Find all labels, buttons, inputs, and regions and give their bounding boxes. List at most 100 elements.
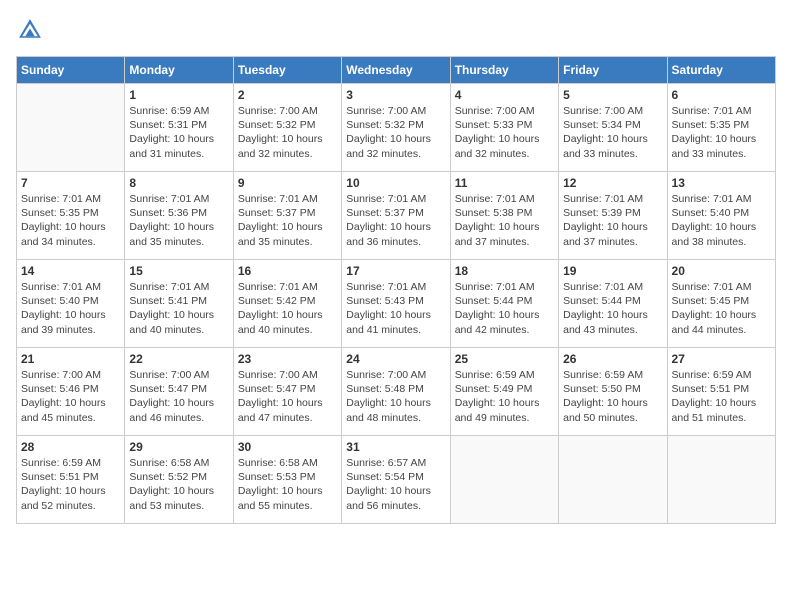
day-number: 17 — [346, 264, 445, 278]
calendar-week-row: 14 Sunrise: 7:01 AM Sunset: 5:40 PM Dayli… — [17, 260, 776, 348]
calendar-cell: 30Sunrise: 6:58 AM Sunset: 5:53 PM Dayli… — [233, 436, 341, 524]
calendar-cell: 18 Sunrise: 7:01 AM Sunset: 5:44 PM Dayli… — [450, 260, 558, 348]
calendar-cell — [559, 436, 667, 524]
day-number: 9 — [238, 176, 337, 190]
calendar-cell: 22 Sunrise: 7:00 AM Sunset: 5:47 PM Dayli… — [125, 348, 233, 436]
day-info: Sunrise: 7:01 AM Sunset: 5:45 PM Dayligh… — [672, 280, 771, 337]
day-info: Sunrise: 7:00 AM Sunset: 5:32 PM Dayligh… — [346, 104, 445, 161]
calendar-cell — [667, 436, 775, 524]
day-info: Sunrise: 7:00 AM Sunset: 5:32 PM Dayligh… — [238, 104, 337, 161]
day-info: Sunrise: 7:01 AM Sunset: 5:44 PM Dayligh… — [455, 280, 554, 337]
day-info: Sunrise: 7:00 AM Sunset: 5:48 PM Dayligh… — [346, 368, 445, 425]
calendar-cell: 27Sunrise: 6:59 AM Sunset: 5:51 PM Dayli… — [667, 348, 775, 436]
day-number: 12 — [563, 176, 662, 190]
day-number: 29 — [129, 440, 228, 454]
calendar-cell: 12Sunrise: 7:01 AM Sunset: 5:39 PM Dayli… — [559, 172, 667, 260]
calendar-cell: 9 Sunrise: 7:01 AM Sunset: 5:37 PM Daylig… — [233, 172, 341, 260]
day-header-monday: Monday — [125, 57, 233, 84]
day-number: 11 — [455, 176, 554, 190]
day-info: Sunrise: 7:01 AM Sunset: 5:42 PM Dayligh… — [238, 280, 337, 337]
calendar-cell: 7 Sunrise: 7:01 AM Sunset: 5:35 PM Daylig… — [17, 172, 125, 260]
day-number: 18 — [455, 264, 554, 278]
day-header-thursday: Thursday — [450, 57, 558, 84]
calendar-cell: 19 Sunrise: 7:01 AM Sunset: 5:44 PM Dayli… — [559, 260, 667, 348]
calendar-cell: 15 Sunrise: 7:01 AM Sunset: 5:41 PM Dayli… — [125, 260, 233, 348]
day-info: Sunrise: 6:59 AM Sunset: 5:31 PM Dayligh… — [129, 104, 228, 161]
day-info: Sunrise: 7:00 AM Sunset: 5:34 PM Dayligh… — [563, 104, 662, 161]
calendar-header-row: SundayMondayTuesdayWednesdayThursdayFrid… — [17, 57, 776, 84]
day-info: Sunrise: 6:59 AM Sunset: 5:50 PM Dayligh… — [563, 368, 662, 425]
day-info: Sunrise: 7:01 AM Sunset: 5:40 PM Dayligh… — [21, 280, 120, 337]
day-info: Sunrise: 7:01 AM Sunset: 5:38 PM Dayligh… — [455, 192, 554, 249]
calendar-cell: 26Sunrise: 6:59 AM Sunset: 5:50 PM Dayli… — [559, 348, 667, 436]
calendar-cell: 4 Sunrise: 7:00 AM Sunset: 5:33 PM Daylig… — [450, 84, 558, 172]
day-number: 4 — [455, 88, 554, 102]
logo-icon — [16, 16, 44, 44]
day-info: Sunrise: 7:01 AM Sunset: 5:35 PM Dayligh… — [21, 192, 120, 249]
day-number: 28 — [21, 440, 120, 454]
day-number: 19 — [563, 264, 662, 278]
day-info: Sunrise: 6:59 AM Sunset: 5:51 PM Dayligh… — [672, 368, 771, 425]
calendar-cell: 10 Sunrise: 7:01 AM Sunset: 5:37 PM Dayli… — [342, 172, 450, 260]
day-number: 7 — [21, 176, 120, 190]
day-number: 3 — [346, 88, 445, 102]
day-info: Sunrise: 7:01 AM Sunset: 5:37 PM Dayligh… — [238, 192, 337, 249]
day-number: 2 — [238, 88, 337, 102]
day-info: Sunrise: 6:57 AM Sunset: 5:54 PM Dayligh… — [346, 456, 445, 513]
calendar-cell: 17 Sunrise: 7:01 AM Sunset: 5:43 PM Dayli… — [342, 260, 450, 348]
day-number: 13 — [672, 176, 771, 190]
day-info: Sunrise: 6:59 AM Sunset: 5:51 PM Dayligh… — [21, 456, 120, 513]
day-info: Sunrise: 7:01 AM Sunset: 5:37 PM Dayligh… — [346, 192, 445, 249]
calendar-cell: 5Sunrise: 7:00 AM Sunset: 5:34 PM Daylig… — [559, 84, 667, 172]
day-info: Sunrise: 7:00 AM Sunset: 5:47 PM Dayligh… — [129, 368, 228, 425]
calendar-cell: 1Sunrise: 6:59 AM Sunset: 5:31 PM Daylig… — [125, 84, 233, 172]
calendar-cell: 29 Sunrise: 6:58 AM Sunset: 5:52 PM Dayli… — [125, 436, 233, 524]
day-info: Sunrise: 7:01 AM Sunset: 5:36 PM Dayligh… — [129, 192, 228, 249]
day-header-sunday: Sunday — [17, 57, 125, 84]
day-info: Sunrise: 6:59 AM Sunset: 5:49 PM Dayligh… — [455, 368, 554, 425]
day-info: Sunrise: 7:01 AM Sunset: 5:43 PM Dayligh… — [346, 280, 445, 337]
calendar-cell: 31 Sunrise: 6:57 AM Sunset: 5:54 PM Dayli… — [342, 436, 450, 524]
calendar-cell: 16 Sunrise: 7:01 AM Sunset: 5:42 PM Dayli… — [233, 260, 341, 348]
day-number: 22 — [129, 352, 228, 366]
calendar-cell: 20 Sunrise: 7:01 AM Sunset: 5:45 PM Dayli… — [667, 260, 775, 348]
day-header-friday: Friday — [559, 57, 667, 84]
day-info: Sunrise: 7:01 AM Sunset: 5:44 PM Dayligh… — [563, 280, 662, 337]
page-header — [16, 16, 776, 44]
calendar-cell — [450, 436, 558, 524]
day-number: 8 — [129, 176, 228, 190]
day-info: Sunrise: 7:01 AM Sunset: 5:41 PM Dayligh… — [129, 280, 228, 337]
day-info: Sunrise: 7:00 AM Sunset: 5:46 PM Dayligh… — [21, 368, 120, 425]
day-info: Sunrise: 7:00 AM Sunset: 5:47 PM Dayligh… — [238, 368, 337, 425]
day-header-tuesday: Tuesday — [233, 57, 341, 84]
calendar-cell: 8 Sunrise: 7:01 AM Sunset: 5:36 PM Daylig… — [125, 172, 233, 260]
day-info: Sunrise: 7:01 AM Sunset: 5:40 PM Dayligh… — [672, 192, 771, 249]
day-info: Sunrise: 7:00 AM Sunset: 5:33 PM Dayligh… — [455, 104, 554, 161]
day-number: 30 — [238, 440, 337, 454]
day-number: 20 — [672, 264, 771, 278]
day-number: 14 — [21, 264, 120, 278]
day-number: 10 — [346, 176, 445, 190]
calendar-cell — [17, 84, 125, 172]
day-number: 25 — [455, 352, 554, 366]
calendar-cell: 3 Sunrise: 7:00 AM Sunset: 5:32 PM Daylig… — [342, 84, 450, 172]
calendar-week-row: 28 Sunrise: 6:59 AM Sunset: 5:51 PM Dayli… — [17, 436, 776, 524]
day-header-saturday: Saturday — [667, 57, 775, 84]
calendar-week-row: 21Sunrise: 7:00 AM Sunset: 5:46 PM Dayli… — [17, 348, 776, 436]
calendar-table: SundayMondayTuesdayWednesdayThursdayFrid… — [16, 56, 776, 524]
calendar-cell: 13 Sunrise: 7:01 AM Sunset: 5:40 PM Dayli… — [667, 172, 775, 260]
calendar-cell: 2 Sunrise: 7:00 AM Sunset: 5:32 PM Daylig… — [233, 84, 341, 172]
logo — [16, 16, 48, 44]
calendar-cell: 21Sunrise: 7:00 AM Sunset: 5:46 PM Dayli… — [17, 348, 125, 436]
calendar-cell: 14 Sunrise: 7:01 AM Sunset: 5:40 PM Dayli… — [17, 260, 125, 348]
day-number: 15 — [129, 264, 228, 278]
calendar-cell: 25 Sunrise: 6:59 AM Sunset: 5:49 PM Dayli… — [450, 348, 558, 436]
calendar-cell: 11 Sunrise: 7:01 AM Sunset: 5:38 PM Dayli… — [450, 172, 558, 260]
day-number: 31 — [346, 440, 445, 454]
day-info: Sunrise: 7:01 AM Sunset: 5:35 PM Dayligh… — [672, 104, 771, 161]
calendar-cell: 23Sunrise: 7:00 AM Sunset: 5:47 PM Dayli… — [233, 348, 341, 436]
calendar-cell: 24Sunrise: 7:00 AM Sunset: 5:48 PM Dayli… — [342, 348, 450, 436]
day-number: 16 — [238, 264, 337, 278]
calendar-week-row: 1Sunrise: 6:59 AM Sunset: 5:31 PM Daylig… — [17, 84, 776, 172]
day-info: Sunrise: 6:58 AM Sunset: 5:52 PM Dayligh… — [129, 456, 228, 513]
